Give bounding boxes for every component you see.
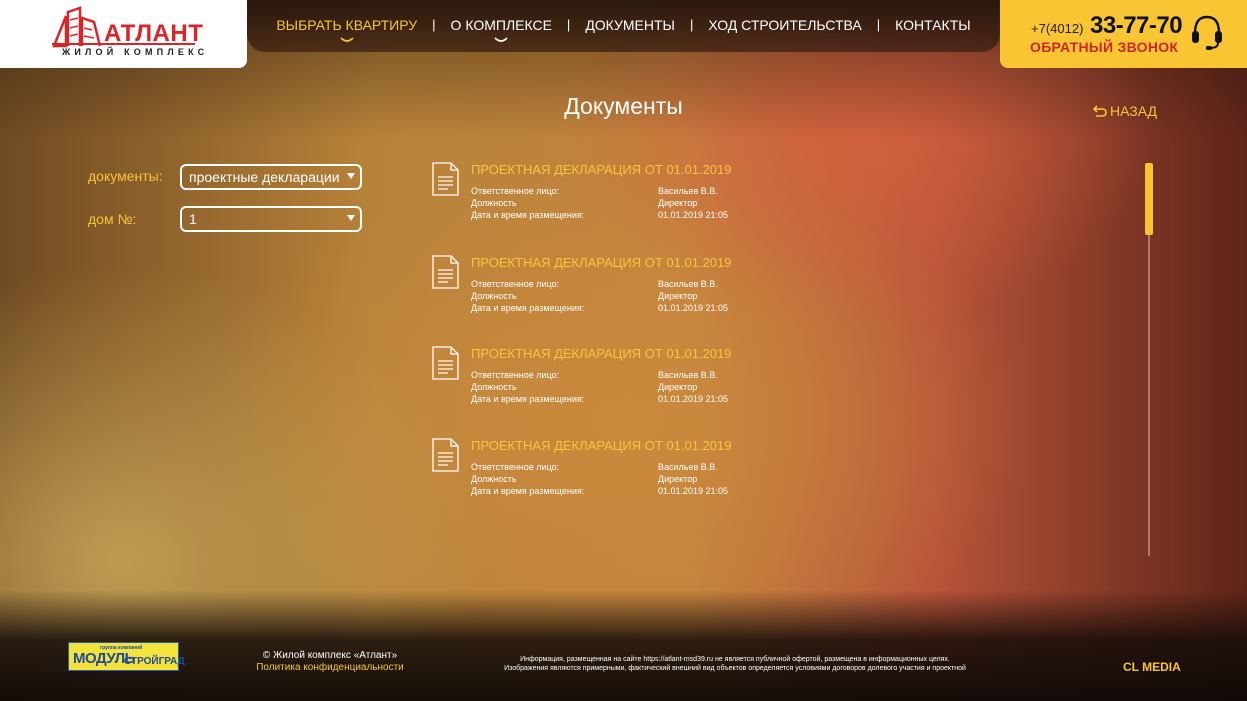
nav-item-label: КОНТАКТЫ bbox=[895, 17, 971, 33]
doc-row-label: Дата и время размещения: bbox=[471, 394, 585, 404]
studio-link[interactable]: CL MEDIA bbox=[1123, 660, 1181, 674]
document-item[interactable]: ПРОЕКТНАЯ ДЕКЛАРАЦИЯ ОТ 01.01.2019 Ответ… bbox=[432, 438, 992, 508]
house-select[interactable]: 1 bbox=[180, 206, 362, 232]
doc-row-label: Ответственное лицо: bbox=[471, 186, 560, 196]
dropdown-arrow-icon bbox=[347, 173, 355, 179]
nav-item-label: О КОМПЛЕКСЕ bbox=[450, 17, 552, 33]
nav-item-label: ДОКУМЕНТЫ bbox=[585, 17, 675, 33]
nav-item-label: ВЫБРАТЬ КВАРТИРУ bbox=[276, 17, 418, 33]
doc-row-value: 01.01.2019 21:05 bbox=[658, 303, 729, 313]
main-nav: ВЫБРАТЬ КВАРТИРУ | О КОМПЛЕКСЕ | ДОКУМЕН… bbox=[247, 0, 1000, 52]
doc-row-value: Директор bbox=[658, 198, 698, 208]
document-title[interactable]: ПРОЕКТНАЯ ДЕКЛАРАЦИЯ ОТ 01.01.2019 bbox=[471, 346, 732, 361]
nav-item-about[interactable]: О КОМПЛЕКСЕ bbox=[436, 17, 567, 42]
doc-row-value: 01.01.2019 21:05 bbox=[658, 210, 729, 220]
doc-row-label: Должность bbox=[471, 198, 517, 208]
logo[interactable]: АТЛАНТ ЖИЛОЙ КОМПЛЕКС bbox=[0, 0, 247, 68]
documents-filter-label: документы: bbox=[88, 168, 163, 184]
nav-item-label: ХОД СТРОИТЕЛЬСТВА bbox=[708, 17, 862, 33]
document-title[interactable]: ПРОЕКТНАЯ ДЕКЛАРАЦИЯ ОТ 01.01.2019 bbox=[471, 162, 732, 177]
documents-select[interactable]: проектные декларации bbox=[180, 164, 362, 190]
document-item[interactable]: ПРОЕКТНАЯ ДЕКЛАРАЦИЯ ОТ 01.01.2019 Ответ… bbox=[432, 346, 992, 416]
privacy-policy-link[interactable]: Политика конфиденциальности bbox=[220, 662, 440, 673]
doc-row-label: Должность bbox=[471, 382, 517, 392]
disclaimer-line: Изображения являются примерными, фактиче… bbox=[504, 665, 966, 672]
doc-row-label: Дата и время размещения: bbox=[471, 210, 585, 220]
doc-row-value: Директор bbox=[658, 474, 698, 484]
doc-row-value: 01.01.2019 21:05 bbox=[658, 394, 729, 404]
copyright: © Жилой комплекс «Атлант» bbox=[262, 650, 398, 661]
doc-row-label: Ответственное лицо: bbox=[471, 370, 560, 380]
document-title[interactable]: ПРОЕКТНАЯ ДЕКЛАРАЦИЯ ОТ 01.01.2019 bbox=[471, 438, 732, 453]
scrollbar-thumb[interactable] bbox=[1145, 163, 1153, 235]
back-arrow-icon bbox=[1093, 105, 1107, 117]
nav-item-construction[interactable]: ХОД СТРОИТЕЛЬСТВА bbox=[693, 17, 876, 33]
doc-row-value: 01.01.2019 21:05 bbox=[658, 486, 729, 496]
document-icon bbox=[432, 255, 459, 289]
back-button[interactable]: НАЗАД bbox=[1093, 103, 1157, 119]
doc-row-value: Васильев В.В. bbox=[658, 462, 718, 472]
partner-logo-name-2: СТРОЙГРАД bbox=[124, 656, 185, 667]
doc-row-label: Ответственное лицо: bbox=[471, 462, 560, 472]
disclaimer-line: Информация, размещенная на сайте https:/… bbox=[520, 656, 950, 663]
doc-row-label: Дата и время размещения: bbox=[471, 303, 585, 313]
doc-row-value: Директор bbox=[658, 291, 698, 301]
doc-row-label: Дата и время размещения: bbox=[471, 486, 585, 496]
disclaimer: Информация, размещенная на сайте https:/… bbox=[470, 655, 1000, 673]
back-label: НАЗАД bbox=[1110, 103, 1158, 119]
phone-prefix: +7(4012) bbox=[1031, 21, 1084, 36]
chevron-down-icon bbox=[340, 37, 354, 42]
phone-number[interactable]: 33-77-70 bbox=[1090, 12, 1183, 40]
document-icon bbox=[432, 346, 459, 380]
doc-row-value: Васильев В.В. bbox=[658, 370, 718, 380]
logo-subtitle: ЖИЛОЙ КОМПЛЕКС bbox=[62, 47, 209, 57]
document-item[interactable]: ПРОЕКТНАЯ ДЕКЛАРАЦИЯ ОТ 01.01.2019 Ответ… bbox=[432, 162, 992, 232]
doc-row-value: Васильев В.В. bbox=[658, 186, 718, 196]
document-item[interactable]: ПРОЕКТНАЯ ДЕКЛАРАЦИЯ ОТ 01.01.2019 Ответ… bbox=[432, 255, 992, 325]
page-title: Документы bbox=[564, 93, 683, 119]
callback-link[interactable]: ОБРАТНЫЙ ЗВОНОК bbox=[1030, 39, 1178, 55]
dropdown-arrow-icon bbox=[347, 215, 355, 221]
partner-logo[interactable]: группа компаний МОДУЛЬ СТРОЙГРАД bbox=[68, 642, 185, 671]
footer-background bbox=[0, 590, 1247, 701]
chevron-down-icon bbox=[494, 37, 508, 42]
document-icon bbox=[432, 438, 459, 472]
doc-row-value: Директор bbox=[658, 382, 698, 392]
documents-select-value: проектные декларации bbox=[189, 169, 340, 185]
logo-divider bbox=[52, 43, 195, 45]
doc-row-label: Должность bbox=[471, 291, 517, 301]
nav-item-documents[interactable]: ДОКУМЕНТЫ bbox=[570, 17, 690, 33]
house-filter-label: дом №: bbox=[88, 211, 137, 227]
nav-item-choose-apartment[interactable]: ВЫБРАТЬ КВАРТИРУ bbox=[261, 17, 432, 42]
document-icon bbox=[432, 162, 459, 196]
house-select-value: 1 bbox=[189, 211, 197, 227]
doc-row-label: Ответственное лицо: bbox=[471, 279, 560, 289]
document-title[interactable]: ПРОЕКТНАЯ ДЕКЛАРАЦИЯ ОТ 01.01.2019 bbox=[471, 255, 732, 270]
doc-row-value: Васильев В.В. bbox=[658, 279, 718, 289]
headset-icon[interactable] bbox=[1190, 13, 1224, 51]
nav-item-contacts[interactable]: КОНТАКТЫ bbox=[880, 17, 986, 33]
doc-row-label: Должность bbox=[471, 474, 517, 484]
